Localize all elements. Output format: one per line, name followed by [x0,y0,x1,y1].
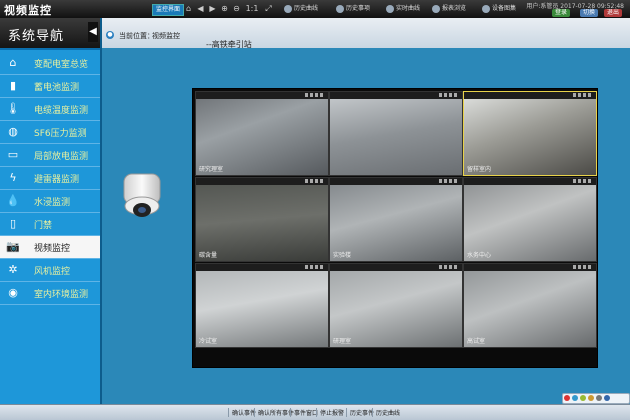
breadcrumb-value: 视频监控 [152,32,180,40]
camera-feed-6[interactable]: 水务中心 [463,177,597,262]
sidebar-item-label: 电缆温度监测 [34,106,89,116]
sidebar-item-substation-overview[interactable]: ⌂ 变配电室总览 [0,52,100,75]
event-window-button[interactable]: 事件窗口 [290,408,318,417]
confirm-all-events-button[interactable]: 确认所有事件 [254,408,294,417]
camera-feed-9[interactable]: 高试室 [463,263,597,348]
collapse-sidebar-button[interactable]: ◀ [88,22,98,42]
camera-feed-2[interactable] [329,91,463,176]
breadcrumb: ● 当前位置： 视频监控 --高铁牵引站 [102,18,630,49]
camera-device-icon[interactable] [120,170,164,220]
camera-caption: 高试室 [467,338,486,345]
sidebar-item-label: 避雷器监测 [34,175,80,185]
camera-caption: 碳含量 [199,252,218,259]
sidebar-item-label: 风机监控 [34,267,71,277]
status-bar: 确认事件 确认所有事件 事件窗口 停止报警 历史事件 历史曲线 [0,404,630,420]
sidebar-item-video[interactable]: 📷 视频监控 [0,236,100,259]
home-icon: ⌂ [9,56,17,69]
breadcrumb-label: 当前位置： [119,32,154,40]
discharge-icon: ▭ [7,148,19,161]
history-curve-status-button[interactable]: 历史曲线 [372,408,400,417]
exit-button[interactable]: 退出 [604,9,623,17]
zoom-in-icon[interactable]: ⊕ [220,4,229,13]
fan-icon: ✲ [8,263,18,276]
water-drop-icon: 💧 [6,194,20,207]
camera-caption: 冷试室 [199,338,218,345]
sidebar-header: 系统导航 ◀ [0,18,100,50]
camera-caption: 研理室 [333,338,352,345]
thermometer-icon: 🌡 [6,102,20,115]
camera-caption: 留样室内 [467,166,492,173]
confirm-event-button[interactable]: 确认事件 [228,408,256,417]
camera-feed-1[interactable]: 研究理室 [195,91,329,176]
sidebar-item-label: SF6压力监测 [34,129,87,139]
fullscreen-icon[interactable]: ⤢ [264,4,273,13]
monitor-view-button[interactable]: 监控界面 [152,4,185,16]
camera-feed-5[interactable]: 实验楼 [329,177,463,262]
tray-icon[interactable] [572,395,578,401]
video-grid: 研究理室 留样室内 碳含量 实验楼 水务中心 冷试室 研理室 高试室 [192,88,598,368]
realtime-curve-button[interactable]: 实时曲线 [386,4,420,14]
camera-caption: 实验楼 [333,252,352,259]
sidebar-item-label: 水浸监测 [34,198,71,208]
back-icon[interactable]: ◀ [196,4,205,13]
sidebar-item-environment[interactable]: ◉ 室内环境监测 [0,282,100,305]
camera-feed-3[interactable]: 留样室内 [463,91,597,176]
sidebar-item-cable-temp[interactable]: 🌡 电缆温度监测 [0,98,100,121]
battery-icon: ▮ [9,79,17,92]
history-curve-button[interactable]: 历史曲线 [284,4,318,14]
tray-icon[interactable] [580,395,586,401]
system-tray [562,393,630,404]
camera-feed-7[interactable]: 冷试室 [195,263,329,348]
sidebar-item-arrester[interactable]: ϟ 避雷器监测 [0,167,100,190]
sidebar-item-water[interactable]: 💧 水浸监测 [0,190,100,213]
report-browse-button[interactable]: 报表浏览 [432,4,466,14]
sidebar-item-sf6[interactable]: ◍ SF6压力监测 [0,121,100,144]
location-icon: ● [106,31,114,39]
fit-icon[interactable]: 1:1 [245,4,259,13]
device-atlas-button[interactable]: 设备图集 [482,4,516,14]
camera-feed-4[interactable]: 碳含量 [195,177,329,262]
tray-icon[interactable] [588,395,594,401]
stop-alarm-button[interactable]: 停止报警 [316,408,344,417]
app-title: 视频监控 [4,4,52,17]
sidebar-item-label: 门禁 [34,221,53,231]
main-panel: ● 当前位置： 视频监控 --高铁牵引站 研究理室 留样室内 碳含量 实验楼 水… [102,18,630,404]
sidebar-item-access[interactable]: ▯ 门禁 [0,213,100,236]
sidebar-item-label: 局部放电监测 [34,152,89,162]
sidebar: 系统导航 ◀ ⌂ 变配电室总览 ▮ 蓄电池监测 🌡 电缆温度监测 ◍ SF6压力监测 ▭… [0,18,102,404]
forward-icon[interactable]: ▶ [208,4,217,13]
camera-feed-8[interactable]: 研理室 [329,263,463,348]
top-toolbar: 视频监控 监控界面 ⌂ ◀ ▶ ⊕ ⊖ 1:1 ⤢ 历史曲线 历史事项 实时曲线… [0,0,630,19]
sidebar-item-battery[interactable]: ▮ 蓄电池监测 [0,75,100,98]
zoom-out-icon[interactable]: ⊖ [232,4,241,13]
environment-icon: ◉ [8,286,18,299]
sidebar-item-partial-discharge[interactable]: ▭ 局部放电监测 [0,144,100,167]
history-events-button[interactable]: 历史事项 [336,4,370,14]
tray-icon[interactable] [596,395,602,401]
sidebar-item-label: 蓄电池监测 [34,83,80,93]
tray-icon[interactable] [604,395,610,401]
camera-caption: 水务中心 [467,252,492,259]
sidebar-item-label: 室内环境监测 [34,290,89,300]
door-icon: ▯ [9,217,17,230]
sidebar-item-label: 视频监控 [34,244,71,254]
sidebar-title: 系统导航 [8,29,65,44]
switch-button[interactable]: 切换 [580,9,599,17]
history-event-button[interactable]: 历史事件 [346,408,374,417]
lightning-icon: ϟ [9,171,17,184]
station-subtitle: --高铁牵引站 [206,40,252,49]
gauge-icon: ◍ [8,125,18,138]
home-nav-icon[interactable]: ⌂ [184,4,193,13]
camera-caption: 研究理室 [199,166,224,173]
ime-icon[interactable] [564,395,570,401]
camera-icon: 📷 [6,240,20,253]
login-button[interactable]: 登录 [552,9,571,17]
sidebar-item-label: 变配电室总览 [34,60,89,70]
sidebar-item-fan[interactable]: ✲ 风机监控 [0,259,100,282]
